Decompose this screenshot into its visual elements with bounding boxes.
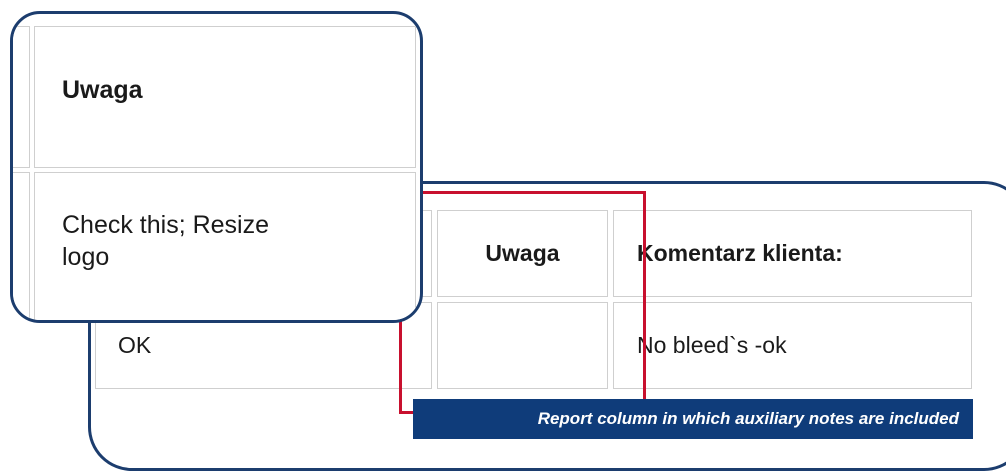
report-cell-komentarz-value: No bleed`s -ok	[637, 332, 787, 358]
zoom-left-edge-top	[13, 26, 30, 168]
uwaga-column-highlight	[399, 191, 646, 414]
zoom-header-cell: Uwaga	[34, 26, 416, 168]
report-header-komentarz: Komentarz klienta:	[613, 210, 972, 297]
zoom-value-cell: Check this; Resize logo	[34, 172, 416, 320]
report-header-komentarz-label: Komentarz klienta:	[637, 240, 843, 266]
zoom-value-text: Check this; Resize logo	[62, 211, 270, 271]
caption-bar: Report column in which auxiliary notes a…	[413, 399, 973, 439]
zoom-left-edge-bottom	[13, 172, 30, 320]
caption-text: Report column in which auxiliary notes a…	[537, 409, 959, 428]
zoom-panel: Uwaga Check this; Resize logo	[10, 11, 423, 323]
zoom-header-label: Uwaga	[62, 76, 143, 104]
report-cell-komentarz: No bleed`s -ok	[613, 302, 972, 389]
report-cell-status-value: OK	[118, 332, 152, 358]
